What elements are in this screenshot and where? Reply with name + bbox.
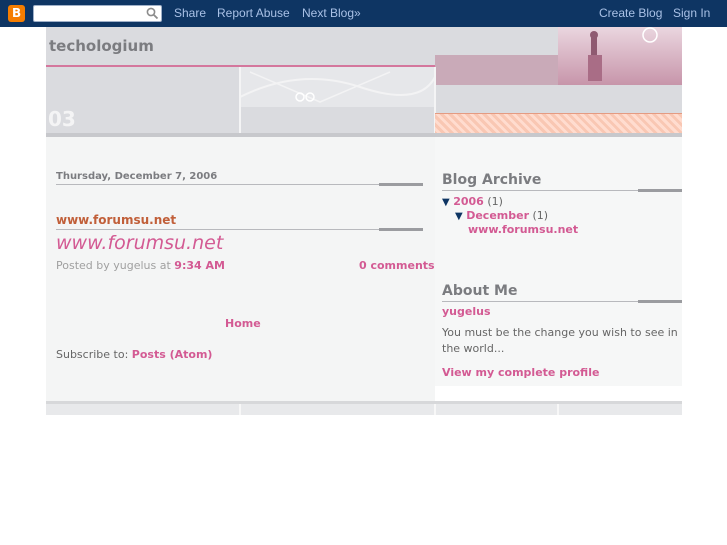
view-profile-link[interactable]: View my complete profile [442,366,599,379]
subscribe-atom-link[interactable]: Posts (Atom) [132,348,213,361]
profile-name-link[interactable]: yugelus [442,305,491,318]
post-date: Thursday, December 7, 2006 [56,171,218,182]
archive-year-count: (1) [487,195,503,208]
post-time-link[interactable]: 9:34 AM [174,259,225,272]
sign-in-link[interactable]: Sign In [673,6,710,20]
home-link[interactable]: Home [225,317,261,330]
post-title-link[interactable]: www.forumsu.net [56,213,176,227]
blog-title[interactable]: techologium [49,37,154,55]
create-blog-link[interactable]: Create Blog [599,6,662,20]
search-input[interactable] [33,5,162,22]
post-title-rule-accent [379,228,423,231]
archive-month-item: ▼ December (1) [455,209,548,222]
footer-separator [557,404,559,415]
about-me-heading: About Me [442,283,518,299]
page-footer-band [46,401,682,415]
next-blog-link[interactable]: Next Blog» [302,6,361,20]
archive-year-link[interactable]: 2006 [453,195,484,208]
expand-triangle-icon[interactable]: ▼ [455,211,463,222]
archive-year-item: ▼ 2006 (1) [442,195,503,208]
search-icon[interactable] [146,7,159,20]
post-title-rule [56,229,423,230]
subscribe-label: Subscribe to: [56,348,129,361]
report-abuse-link[interactable]: Report Abuse [217,6,290,20]
header-decoration [239,67,436,107]
blogger-navbar: Share Report Abuse Next Blog» Create Blo… [0,0,727,27]
posted-by-text: Posted by yugelus at [56,259,171,272]
date-rule [56,184,423,185]
archive-post-link[interactable]: www.forumsu.net [468,223,578,236]
post-body-link[interactable]: www.forumsu.net [56,232,223,254]
date-rule-accent [379,183,423,186]
header-stripe [435,113,682,135]
archive-month-count: (1) [532,209,549,222]
blogger-logo-icon[interactable] [8,5,25,22]
statue-image-icon [588,27,658,81]
archive-rule-accent [638,189,682,192]
comments-link[interactable]: 0 comments [359,259,435,272]
header-separator [239,67,241,137]
share-link[interactable]: Share [174,6,206,20]
archive-month-link[interactable]: December [466,209,529,222]
subscribe-line: Subscribe to: Posts (Atom) [56,348,212,361]
expand-triangle-icon[interactable]: ▼ [442,197,450,208]
blog-header: 03 techologium [46,27,682,137]
footer-separator [434,404,436,415]
header-photo-statue [558,27,682,85]
footer-separator [239,404,241,415]
blog-archive-heading: Blog Archive [442,172,542,188]
post-meta: Posted by yugelus at 9:34 AM [56,259,225,272]
circuit-decoration-icon [239,71,436,103]
about-rule-accent [638,300,682,303]
profile-description: You must be the change you wish to see i… [442,326,678,355]
header-badge: 03 [48,107,76,131]
